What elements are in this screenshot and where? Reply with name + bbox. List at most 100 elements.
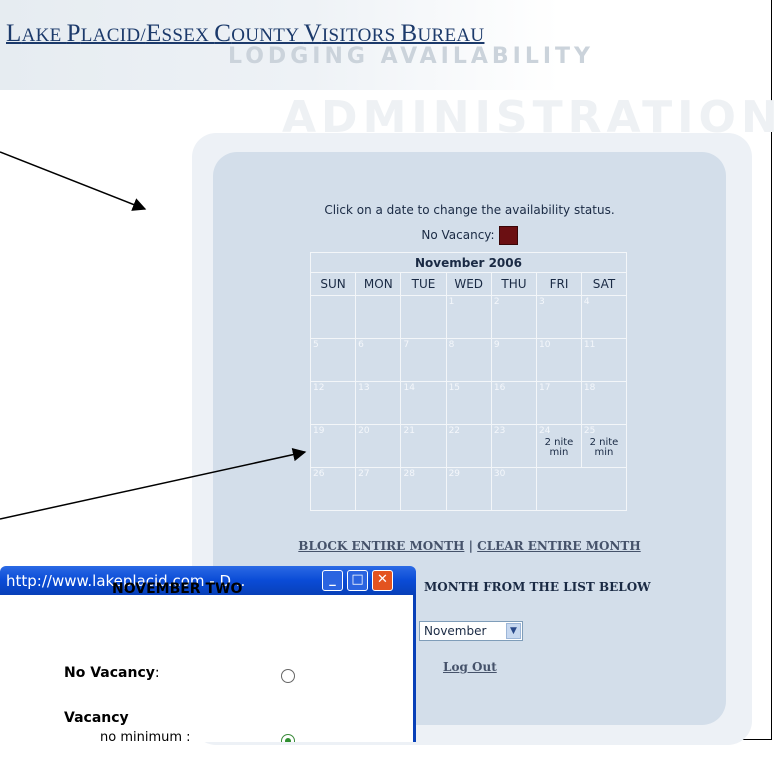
calendar-day[interactable]: 16 [490,381,538,425]
calendar-day-number[interactable]: 4 [582,296,626,308]
calendar-day-number[interactable]: 8 [447,339,491,351]
calendar-day-number[interactable]: 18 [582,382,626,394]
calendar-day[interactable]: 9 [490,338,538,382]
calendar-day[interactable]: 14 [400,381,447,425]
calendar-day[interactable]: 13 [355,381,402,425]
calendar-day[interactable]: 15 [445,381,492,425]
maximize-icon[interactable]: □ [347,570,368,591]
no-vacancy-option: No Vacancy: [64,665,160,681]
calendar-day[interactable]: 8 [445,338,492,382]
month-actions: BLOCK ENTIRE MONTH | CLEAR ENTIRE MONTH [213,539,726,553]
calendar-day-number[interactable]: 19 [311,425,355,437]
calendar-day-number[interactable]: 6 [356,339,400,351]
calendar-day-number[interactable]: 1 [447,296,491,308]
site-title-part: LACID/ [80,25,146,46]
calendar-day[interactable]: 22 [445,424,492,468]
availability-calendar: November 2006 SUN MON TUE WED THU FRI SAT 1234… [309,252,628,511]
calendar-day[interactable]: 17 [536,381,582,425]
calendar-day[interactable]: 19 [309,424,357,468]
calendar-empty-cell [309,295,357,339]
calendar-day[interactable]: 3 [536,295,582,339]
legend-label: No Vacancy: [421,228,495,242]
site-subtitle: LODGING AVAILABILITY [228,44,594,69]
calendar-day[interactable]: 28 [400,467,447,511]
calendar-day[interactable]: 5 [309,338,357,382]
calendar-day[interactable]: 18 [580,381,628,425]
calendar-day[interactable]: 2 [490,295,538,339]
weekday-header: THU [490,272,538,296]
calendar-title: November 2006 [310,252,627,273]
no-vacancy-radio[interactable] [281,669,295,683]
no-minimum-radio[interactable] [281,734,295,742]
chevron-down-icon[interactable]: ▼ [506,623,521,639]
vacancy-heading: Vacancy [64,710,129,726]
calendar-day-number[interactable]: 22 [447,425,491,437]
logout-link[interactable]: Log Out [443,660,497,674]
calendar-day[interactable]: 20 [355,424,402,468]
calendar-day[interactable]: 1 [445,295,492,339]
site-title-part: P [66,20,81,47]
calendar-day[interactable]: 21 [400,424,447,468]
calendar-day-number[interactable]: 28 [401,468,445,480]
calendar-day-number[interactable]: 30 [492,468,536,480]
month-select-value: November [424,624,487,638]
weekday-header: MON [355,272,402,296]
site-title-part: OUNTY [231,25,304,46]
calendar-day[interactable]: 6 [355,338,402,382]
weekday-header: TUE [400,272,447,296]
calendar-day[interactable]: 4 [580,295,628,339]
site-title-part: SSEX [161,25,215,46]
calendar-day-number[interactable]: 9 [492,339,536,351]
calendar-day[interactable]: 12 [309,381,357,425]
calendar-day-number[interactable]: 25 [582,425,626,437]
calendar-day-number[interactable]: 20 [356,425,400,437]
calendar-day[interactable]: 24 2 nite min [536,424,582,468]
calendar-day[interactable]: 30 [490,467,538,511]
site-header: LAKE PLACID/ESSEX COUNTY VISITORS BUREAU… [0,0,590,90]
no-vacancy-label: No Vacancy [64,665,155,681]
site-title-part: AKE [21,25,67,46]
calendar-day[interactable]: 7 [400,338,447,382]
calendar-day[interactable]: 26 [309,467,357,511]
calendar-day-number[interactable]: 2 [492,296,536,308]
calendar-empty-cell [400,295,447,339]
calendar-day-number[interactable]: 5 [311,339,355,351]
weekday-header: WED [445,272,492,296]
calendar-day[interactable]: 23 [490,424,538,468]
calendar-day-number[interactable]: 13 [356,382,400,394]
no-minimum-label: no minimum : [100,730,191,742]
calendar-day-number[interactable]: 12 [311,382,355,394]
clear-entire-month-link[interactable]: CLEAR ENTIRE MONTH [477,539,641,553]
calendar-day[interactable]: 25 2 nite min [580,424,628,468]
calendar-day-number[interactable]: 27 [356,468,400,480]
minimize-icon[interactable]: _ [322,570,343,591]
calendar-day-number[interactable]: 21 [401,425,445,437]
calendar-day-number[interactable]: 15 [447,382,491,394]
site-title-part: C [214,20,232,47]
calendar-day-number[interactable]: 11 [582,339,626,351]
site-title-part: L [6,20,22,47]
weekday-header: SAT [580,272,628,296]
calendar-day[interactable]: 27 [355,467,402,511]
calendar-day-number[interactable]: 3 [537,296,581,308]
calendar-day[interactable]: 11 [580,338,628,382]
calendar-day-number[interactable]: 24 [537,425,581,437]
calendar-day-number[interactable]: 10 [537,339,581,351]
close-icon[interactable]: ✕ [372,570,393,591]
calendar-day-number[interactable]: 26 [311,468,355,480]
block-entire-month-link[interactable]: BLOCK ENTIRE MONTH [298,539,464,553]
calendar-day-note: 2 nite min [544,437,574,458]
calendar-week: 12 13 14 15 16 17 18 [309,381,628,425]
calendar-day[interactable]: 10 [536,338,582,382]
popup-window: http://www.lakeplacid.com - D... _ □ ✕ N… [0,566,420,742]
calendar-day-number[interactable]: 7 [401,339,445,351]
calendar-day-number[interactable]: 29 [447,468,491,480]
site-title-part: E [145,20,162,47]
calendar-day-number[interactable]: 17 [537,382,581,394]
calendar-day-number[interactable]: 14 [401,382,445,394]
month-select[interactable]: November ▼ [419,621,523,641]
calendar-day-number[interactable]: 16 [492,382,536,394]
calendar-day[interactable]: 29 [445,467,492,511]
calendar-week: 19 20 21 22 23 24 2 nite min 25 2 nite min [309,424,628,468]
calendar-day-number[interactable]: 23 [492,425,536,437]
